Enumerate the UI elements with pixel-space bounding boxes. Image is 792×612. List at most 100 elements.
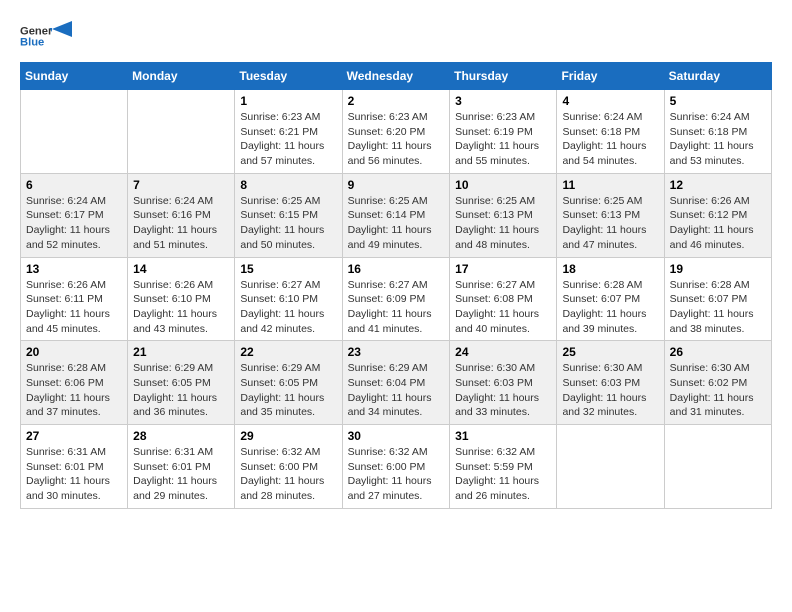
calendar-cell: 11 Sunrise: 6:25 AMSunset: 6:13 PMDayligh…	[557, 173, 664, 257]
page-header: General Blue	[20, 20, 772, 52]
header-wednesday: Wednesday	[342, 63, 450, 90]
calendar-cell	[557, 425, 664, 509]
day-number: 6	[26, 178, 122, 192]
header-friday: Friday	[557, 63, 664, 90]
cell-info: Sunrise: 6:25 AMSunset: 6:13 PMDaylight:…	[562, 194, 658, 253]
calendar-cell: 31 Sunrise: 6:32 AMSunset: 5:59 PMDayligh…	[450, 425, 557, 509]
day-number: 5	[670, 94, 766, 108]
day-number: 15	[240, 262, 336, 276]
cell-info: Sunrise: 6:30 AMSunset: 6:03 PMDaylight:…	[455, 361, 551, 420]
cell-info: Sunrise: 6:25 AMSunset: 6:13 PMDaylight:…	[455, 194, 551, 253]
day-number: 18	[562, 262, 658, 276]
calendar-cell: 25 Sunrise: 6:30 AMSunset: 6:03 PMDayligh…	[557, 341, 664, 425]
header-tuesday: Tuesday	[235, 63, 342, 90]
cell-info: Sunrise: 6:26 AMSunset: 6:11 PMDaylight:…	[26, 278, 122, 337]
calendar-cell: 17 Sunrise: 6:27 AMSunset: 6:08 PMDayligh…	[450, 257, 557, 341]
day-number: 1	[240, 94, 336, 108]
calendar-cell: 19Sunrise: 6:28 AMSunset: 6:07 PMDayligh…	[664, 257, 771, 341]
day-number: 3	[455, 94, 551, 108]
calendar-cell: 1 Sunrise: 6:23 AMSunset: 6:21 PMDaylight…	[235, 90, 342, 174]
day-number: 20	[26, 345, 122, 359]
calendar-cell: 13 Sunrise: 6:26 AMSunset: 6:11 PMDayligh…	[21, 257, 128, 341]
cell-info: Sunrise: 6:32 AMSunset: 5:59 PMDaylight:…	[455, 445, 551, 504]
day-number: 17	[455, 262, 551, 276]
day-number: 23	[348, 345, 445, 359]
svg-text:General: General	[20, 25, 52, 37]
cell-info: Sunrise: 6:24 AMSunset: 6:17 PMDaylight:…	[26, 194, 122, 253]
cell-info: Sunrise: 6:24 AMSunset: 6:18 PMDaylight:…	[670, 110, 766, 169]
calendar-cell: 12Sunrise: 6:26 AMSunset: 6:12 PMDayligh…	[664, 173, 771, 257]
day-number: 26	[670, 345, 766, 359]
cell-info: Sunrise: 6:24 AMSunset: 6:18 PMDaylight:…	[562, 110, 658, 169]
calendar-cell: 5 Sunrise: 6:24 AMSunset: 6:18 PMDaylight…	[664, 90, 771, 174]
cell-info: Sunrise: 6:27 AMSunset: 6:08 PMDaylight:…	[455, 278, 551, 337]
logo-arrow-icon	[52, 21, 72, 41]
calendar-cell: 26 Sunrise: 6:30 AMSunset: 6:02 PMDayligh…	[664, 341, 771, 425]
calendar-cell: 20Sunrise: 6:28 AMSunset: 6:06 PMDayligh…	[21, 341, 128, 425]
day-number: 14	[133, 262, 229, 276]
header-row: SundayMondayTuesdayWednesdayThursdayFrid…	[21, 63, 772, 90]
cell-info: Sunrise: 6:32 AMSunset: 6:00 PMDaylight:…	[348, 445, 445, 504]
week-row-4: 20Sunrise: 6:28 AMSunset: 6:06 PMDayligh…	[21, 341, 772, 425]
calendar-cell: 4 Sunrise: 6:24 AMSunset: 6:18 PMDaylight…	[557, 90, 664, 174]
calendar-cell: 14 Sunrise: 6:26 AMSunset: 6:10 PMDayligh…	[128, 257, 235, 341]
calendar-cell: 3 Sunrise: 6:23 AMSunset: 6:19 PMDaylight…	[450, 90, 557, 174]
header-thursday: Thursday	[450, 63, 557, 90]
day-number: 9	[348, 178, 445, 192]
cell-info: Sunrise: 6:25 AMSunset: 6:14 PMDaylight:…	[348, 194, 445, 253]
week-row-5: 27 Sunrise: 6:31 AMSunset: 6:01 PMDayligh…	[21, 425, 772, 509]
cell-info: Sunrise: 6:30 AMSunset: 6:02 PMDaylight:…	[670, 361, 766, 420]
cell-info: Sunrise: 6:23 AMSunset: 6:21 PMDaylight:…	[240, 110, 336, 169]
day-number: 31	[455, 429, 551, 443]
calendar-cell: 23Sunrise: 6:29 AMSunset: 6:04 PMDayligh…	[342, 341, 450, 425]
header-monday: Monday	[128, 63, 235, 90]
calendar-cell: 6 Sunrise: 6:24 AMSunset: 6:17 PMDaylight…	[21, 173, 128, 257]
cell-info: Sunrise: 6:26 AMSunset: 6:10 PMDaylight:…	[133, 278, 229, 337]
calendar-cell: 10Sunrise: 6:25 AMSunset: 6:13 PMDayligh…	[450, 173, 557, 257]
calendar-cell: 30 Sunrise: 6:32 AMSunset: 6:00 PMDayligh…	[342, 425, 450, 509]
calendar-cell: 2 Sunrise: 6:23 AMSunset: 6:20 PMDaylight…	[342, 90, 450, 174]
day-number: 16	[348, 262, 445, 276]
cell-info: Sunrise: 6:31 AMSunset: 6:01 PMDaylight:…	[26, 445, 122, 504]
day-number: 4	[562, 94, 658, 108]
day-number: 11	[562, 178, 658, 192]
day-number: 21	[133, 345, 229, 359]
cell-info: Sunrise: 6:27 AMSunset: 6:09 PMDaylight:…	[348, 278, 445, 337]
calendar-cell	[21, 90, 128, 174]
week-row-3: 13 Sunrise: 6:26 AMSunset: 6:11 PMDayligh…	[21, 257, 772, 341]
cell-info: Sunrise: 6:24 AMSunset: 6:16 PMDaylight:…	[133, 194, 229, 253]
day-number: 27	[26, 429, 122, 443]
cell-info: Sunrise: 6:30 AMSunset: 6:03 PMDaylight:…	[562, 361, 658, 420]
calendar-cell: 7 Sunrise: 6:24 AMSunset: 6:16 PMDaylight…	[128, 173, 235, 257]
calendar-table: SundayMondayTuesdayWednesdayThursdayFrid…	[20, 62, 772, 509]
calendar-cell: 15 Sunrise: 6:27 AMSunset: 6:10 PMDayligh…	[235, 257, 342, 341]
cell-info: Sunrise: 6:25 AMSunset: 6:15 PMDaylight:…	[240, 194, 336, 253]
logo: General Blue	[20, 20, 72, 52]
cell-info: Sunrise: 6:23 AMSunset: 6:19 PMDaylight:…	[455, 110, 551, 169]
cell-info: Sunrise: 6:27 AMSunset: 6:10 PMDaylight:…	[240, 278, 336, 337]
calendar-cell: 24Sunrise: 6:30 AMSunset: 6:03 PMDayligh…	[450, 341, 557, 425]
cell-info: Sunrise: 6:23 AMSunset: 6:20 PMDaylight:…	[348, 110, 445, 169]
day-number: 22	[240, 345, 336, 359]
calendar-cell: 22Sunrise: 6:29 AMSunset: 6:05 PMDayligh…	[235, 341, 342, 425]
day-number: 13	[26, 262, 122, 276]
day-number: 7	[133, 178, 229, 192]
day-number: 19	[670, 262, 766, 276]
logo-icon: General Blue	[20, 20, 52, 52]
day-number: 25	[562, 345, 658, 359]
calendar-cell: 27 Sunrise: 6:31 AMSunset: 6:01 PMDayligh…	[21, 425, 128, 509]
calendar-cell: 8 Sunrise: 6:25 AMSunset: 6:15 PMDaylight…	[235, 173, 342, 257]
day-number: 8	[240, 178, 336, 192]
cell-info: Sunrise: 6:29 AMSunset: 6:05 PMDaylight:…	[133, 361, 229, 420]
calendar-cell: 29Sunrise: 6:32 AMSunset: 6:00 PMDayligh…	[235, 425, 342, 509]
week-row-2: 6 Sunrise: 6:24 AMSunset: 6:17 PMDaylight…	[21, 173, 772, 257]
day-number: 28	[133, 429, 229, 443]
calendar-cell: 28Sunrise: 6:31 AMSunset: 6:01 PMDayligh…	[128, 425, 235, 509]
calendar-cell	[664, 425, 771, 509]
day-number: 2	[348, 94, 445, 108]
header-sunday: Sunday	[21, 63, 128, 90]
calendar-cell	[128, 90, 235, 174]
day-number: 30	[348, 429, 445, 443]
calendar-header: SundayMondayTuesdayWednesdayThursdayFrid…	[21, 63, 772, 90]
calendar-cell: 16 Sunrise: 6:27 AMSunset: 6:09 PMDayligh…	[342, 257, 450, 341]
